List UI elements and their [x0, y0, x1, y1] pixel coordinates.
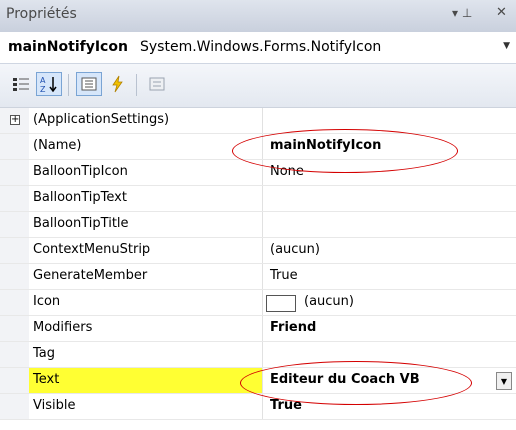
property-row[interactable]: ContextMenuStrip (aucun)	[0, 238, 516, 264]
row-gutter	[0, 316, 29, 341]
svg-text:Z: Z	[40, 85, 46, 93]
row-gutter	[0, 186, 29, 211]
object-type: System.Windows.Forms.NotifyIcon	[140, 39, 382, 55]
chevron-down-icon[interactable]: ▼	[503, 41, 510, 51]
svg-text:A: A	[40, 76, 46, 85]
property-value[interactable]: (aucun)	[270, 242, 320, 257]
property-row[interactable]: Icon (aucun)	[0, 290, 516, 316]
close-icon[interactable]: ✕	[496, 5, 507, 20]
properties-icon[interactable]	[76, 72, 102, 96]
row-gutter	[0, 238, 29, 263]
row-gutter	[0, 394, 29, 419]
column-divider	[262, 316, 263, 341]
column-divider	[262, 264, 263, 289]
property-value[interactable]: (aucun)	[304, 294, 354, 309]
selection-highlight	[29, 368, 262, 393]
row-gutter	[0, 134, 29, 159]
row-gutter	[0, 342, 29, 367]
property-row[interactable]: BalloonTipText	[0, 186, 516, 212]
properties-title-bar: Propriétés ▾ ⊥ ✕	[0, 0, 516, 32]
annotation-ellipse-text	[240, 361, 472, 405]
column-divider	[262, 394, 263, 419]
property-name: BalloonTipText	[33, 190, 127, 205]
property-name: Icon	[33, 294, 61, 309]
property-row[interactable]: BalloonTipTitle	[0, 212, 516, 238]
property-row[interactable]: Modifiers Friend	[0, 316, 516, 342]
property-name: Tag	[33, 346, 56, 361]
toolbar-separator	[136, 74, 137, 96]
property-name: BalloonTipIcon	[33, 164, 128, 179]
row-gutter	[0, 368, 29, 393]
property-value[interactable]: True	[270, 268, 298, 283]
row-gutter	[0, 160, 29, 185]
property-name: Visible	[33, 398, 76, 413]
annotation-ellipse-name	[232, 129, 458, 173]
property-pages-icon[interactable]	[144, 72, 170, 96]
property-name: Modifiers	[33, 320, 93, 335]
pin-icon[interactable]: ▾ ⊥	[452, 6, 472, 20]
object-selector[interactable]: mainNotifyIcon System.Windows.Forms.Noti…	[0, 32, 516, 64]
column-divider	[262, 108, 263, 133]
row-gutter	[0, 212, 29, 237]
window-title: Propriétés	[6, 6, 77, 22]
column-divider	[262, 238, 263, 263]
chevron-down-icon[interactable]: ▼	[496, 372, 512, 390]
property-name: (Name)	[33, 138, 82, 153]
column-divider	[262, 290, 263, 315]
events-icon[interactable]	[104, 72, 130, 96]
property-name: (ApplicationSettings)	[33, 112, 170, 127]
row-gutter	[0, 264, 29, 289]
column-divider	[262, 186, 263, 211]
icon-preview-swatch	[266, 295, 296, 312]
column-divider	[262, 342, 263, 367]
toolbar-separator	[68, 74, 69, 96]
property-name: Text	[33, 372, 60, 387]
property-name: ContextMenuStrip	[33, 242, 151, 257]
property-row[interactable]: Tag	[0, 342, 516, 368]
object-name: mainNotifyIcon	[8, 39, 128, 55]
alphabetical-icon[interactable]: AZ	[36, 72, 62, 96]
property-value[interactable]: Friend	[270, 320, 316, 335]
categorized-icon[interactable]	[8, 72, 34, 96]
property-row[interactable]: GenerateMember True	[0, 264, 516, 290]
expand-icon[interactable]: +	[10, 115, 20, 125]
property-row[interactable]: + (ApplicationSettings)	[0, 108, 516, 134]
property-name: BalloonTipTitle	[33, 216, 129, 231]
property-name: GenerateMember	[33, 268, 148, 283]
column-divider	[262, 212, 263, 237]
properties-toolbar: AZ	[0, 64, 516, 108]
row-gutter	[0, 290, 29, 315]
